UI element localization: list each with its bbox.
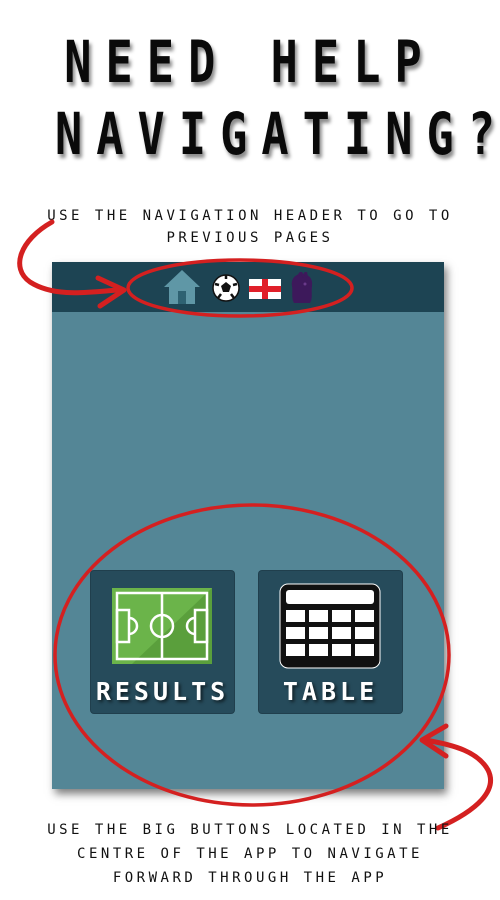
football-pitch-icon <box>112 588 212 668</box>
table-button-label: TABLE <box>282 677 379 706</box>
caption-line: USE THE BIG BUTTONS LOCATED IN THE <box>47 822 453 838</box>
england-flag-icon[interactable] <box>249 279 281 303</box>
caption-line: USE THE NAVIGATION HEADER TO GO TO <box>47 208 453 224</box>
navigation-header <box>52 262 444 312</box>
header-instruction-caption: USE THE NAVIGATION HEADER TO GO TO PREVI… <box>0 205 500 249</box>
headline-line-1: NEED HELP <box>64 28 436 96</box>
buttons-instruction-caption: USE THE BIG BUTTONS LOCATED IN THE CENTR… <box>0 818 500 890</box>
caption-line: FORWARD THROUGH THE APP <box>112 870 388 886</box>
app-screen: RESULTS TABLE <box>52 262 444 789</box>
league-table-icon <box>278 582 382 674</box>
caption-line: PREVIOUS PAGES <box>166 230 334 246</box>
table-button[interactable]: TABLE <box>258 570 403 714</box>
results-button[interactable]: RESULTS <box>90 570 235 714</box>
premier-league-lion-icon[interactable] <box>288 269 316 310</box>
results-button-label: RESULTS <box>95 677 230 706</box>
caption-line: CENTRE OF THE APP TO NAVIGATE <box>77 846 423 862</box>
football-icon[interactable] <box>212 274 240 306</box>
headline-line-2: NAVIGATING? <box>55 100 500 168</box>
home-icon[interactable] <box>162 268 202 310</box>
